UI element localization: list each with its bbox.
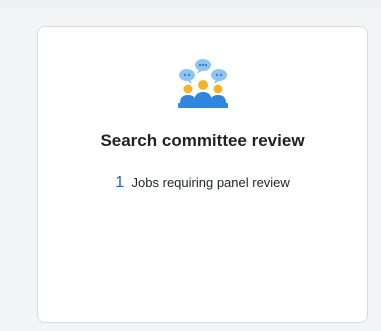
jobs-label: Jobs requiring panel review	[131, 175, 290, 190]
card-title: Search committee review	[100, 131, 305, 150]
top-strip	[0, 0, 381, 8]
panel-review-people-icon	[176, 57, 230, 109]
page: { "card": { "title": "Search committee r…	[0, 0, 381, 331]
jobs-summary: 1 Jobs requiring panel review	[38, 174, 367, 192]
jobs-count-link[interactable]: 1	[115, 174, 124, 191]
search-committee-review-card[interactable]: Search committee review 1 Jobs requiring…	[37, 26, 368, 323]
